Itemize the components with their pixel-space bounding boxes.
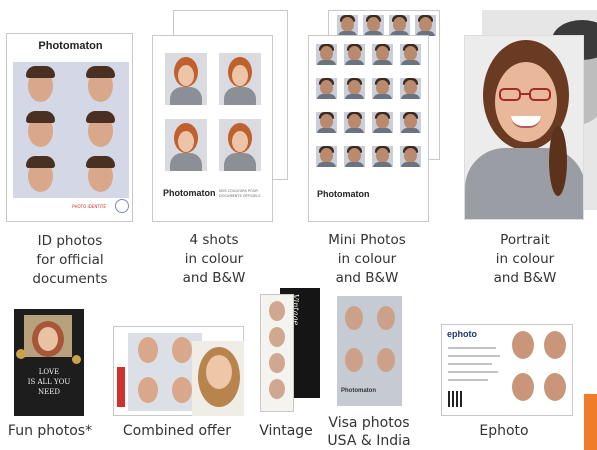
- mini-photos-sheet: Photomaton: [308, 35, 429, 222]
- id-photo: [76, 156, 125, 196]
- visa-photo-sheet: Photomaton: [337, 296, 402, 406]
- mini-photo: [316, 44, 337, 65]
- qr-code-icon: [448, 391, 464, 407]
- id-photo: [16, 66, 65, 106]
- mini-photo: [316, 78, 337, 99]
- caption-fun-photos: Fun photos*: [7, 423, 93, 439]
- mini-photo: [316, 146, 337, 167]
- photomaton-logo: Photomaton: [38, 40, 103, 52]
- caption-id-photos: ID photos for official documents: [32, 233, 108, 287]
- mini-photo: [372, 44, 393, 65]
- ephoto-sheet: ephoto: [441, 324, 573, 416]
- shot-photo: [219, 53, 261, 105]
- portrait-braid: [549, 126, 567, 196]
- product-combined-offer[interactable]: Combined offer: [112, 306, 252, 446]
- product-mini-photos[interactable]: Photomaton Mini Photos in colour and B&W: [304, 10, 444, 290]
- product-four-shots[interactable]: Photomaton NOS COULEURS POUR DOCUMENTS O…: [150, 10, 290, 290]
- product-id-photos[interactable]: Photomaton PHOTO IDENTITÉ ID photos for …: [6, 33, 134, 289]
- caption-ephoto: Ephoto: [479, 423, 529, 439]
- vintage-strip: [260, 294, 294, 412]
- product-ephoto[interactable]: ephoto Ephoto: [438, 306, 578, 446]
- shot-photo: [219, 119, 261, 171]
- fun-card-text: LOVE IS ALL YOU NEED: [27, 368, 71, 396]
- mini-photo: [400, 44, 421, 65]
- glasses-icon: [499, 88, 553, 102]
- mini-photo: [344, 146, 365, 167]
- photomaton-logo: Photomaton: [163, 188, 216, 198]
- combined-portrait: [192, 341, 244, 416]
- id-photo: [76, 111, 125, 151]
- combined-offer-sheet: [113, 326, 244, 416]
- mini-photo: [400, 146, 421, 167]
- caption-four-shots: 4 shots in colour and B&W: [182, 232, 246, 286]
- id-sheet-seal: [115, 199, 129, 213]
- shot-photo: [165, 119, 207, 171]
- product-portrait[interactable]: Portrait in colour and B&W: [462, 10, 597, 290]
- caption-mini-photos: Mini Photos in colour and B&W: [328, 232, 406, 286]
- id-photo: [16, 156, 65, 196]
- id-sheet-footer-label: PHOTO IDENTITÉ: [72, 204, 106, 209]
- side-tab[interactable]: [584, 394, 597, 450]
- caption-portrait: Portrait in colour and B&W: [493, 232, 557, 286]
- id-photo: [76, 66, 125, 106]
- mini-photo: [344, 112, 365, 133]
- id-photos-sheet: Photomaton PHOTO IDENTITÉ: [6, 33, 133, 222]
- product-vintage[interactable]: Vintage Vintage: [254, 286, 322, 446]
- product-visa-photos[interactable]: Photomaton Visa photos USA & India: [327, 296, 428, 450]
- mini-photo: [316, 112, 337, 133]
- mini-photo: [400, 112, 421, 133]
- mini-photo: [372, 78, 393, 99]
- mini-photo: [372, 146, 393, 167]
- fun-photo-card: LOVE IS ALL YOU NEED: [14, 309, 84, 416]
- portrait-face: [495, 62, 557, 142]
- photomaton-logo: Photomaton: [341, 388, 376, 394]
- id-photo: [16, 111, 65, 151]
- photomaton-logo: Photomaton: [317, 189, 370, 199]
- caption-vintage: Vintage: [259, 423, 313, 439]
- caption-visa-photos: Visa photos USA & India: [327, 415, 411, 449]
- mini-photo: [344, 78, 365, 99]
- shot-photo: [165, 53, 207, 105]
- caption-combined-offer: Combined offer: [122, 423, 232, 439]
- four-shots-sheet: Photomaton NOS COULEURS POUR DOCUMENTS O…: [152, 35, 273, 222]
- mini-photo: [344, 44, 365, 65]
- product-fun-photos[interactable]: LOVE IS ALL YOU NEED Fun photos*: [0, 306, 100, 446]
- mini-photo: [400, 78, 421, 99]
- four-shots-tagline: NOS COULEURS POUR DOCUMENTS OFFICIELS: [219, 189, 261, 198]
- ephoto-logo: ephoto: [447, 329, 477, 339]
- mini-photo: [372, 112, 393, 133]
- portrait-photo: [464, 35, 584, 220]
